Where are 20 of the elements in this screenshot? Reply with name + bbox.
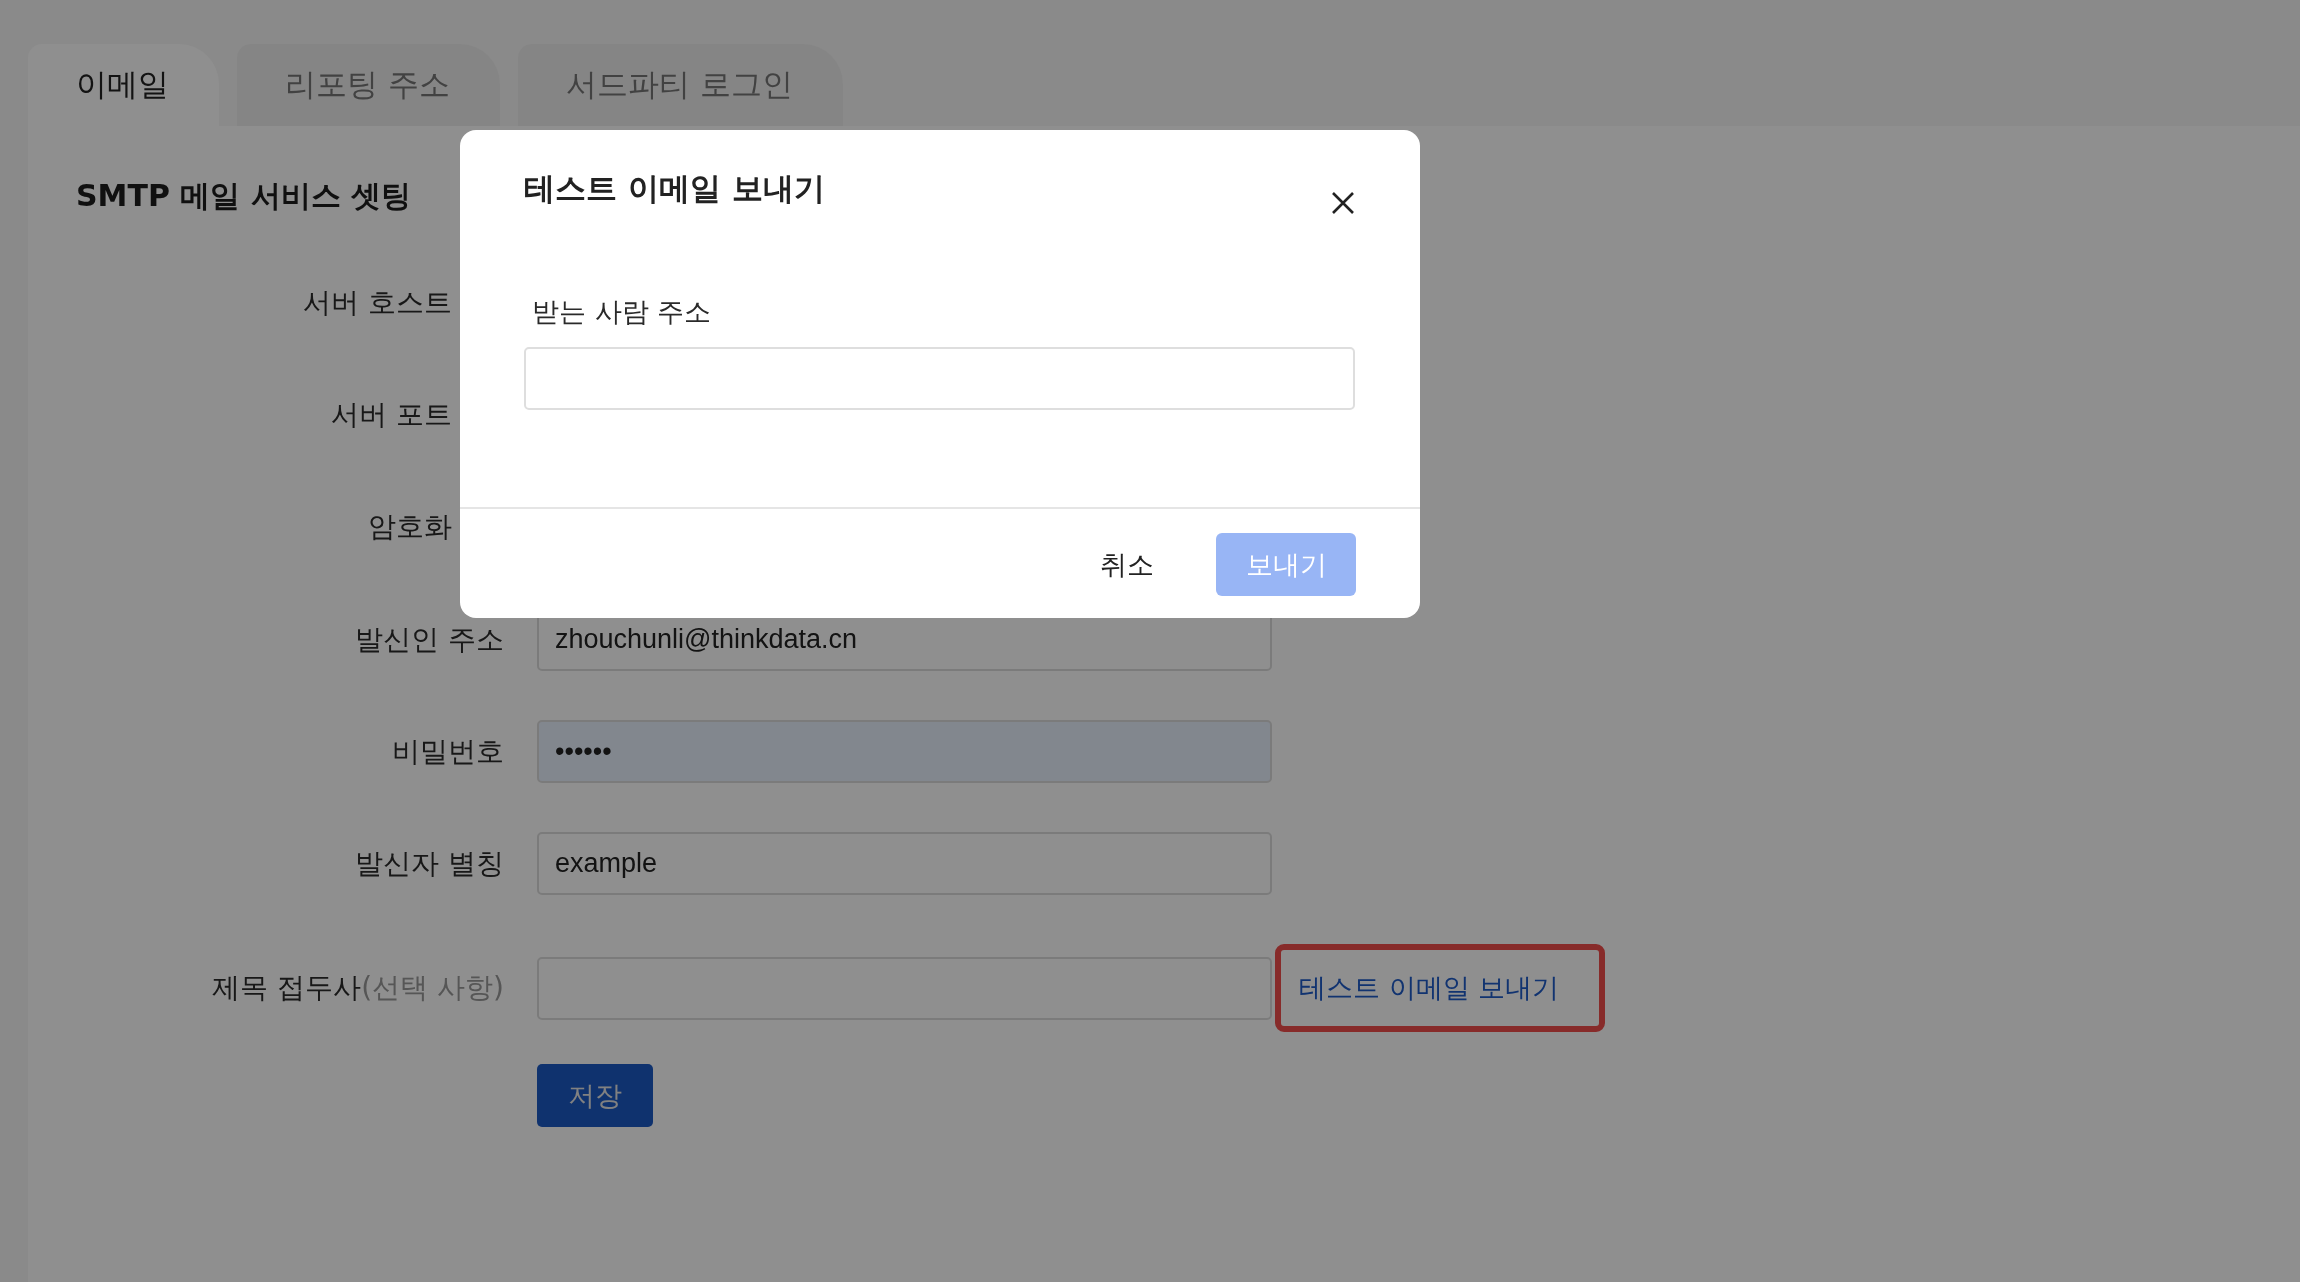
tab[interactable]: 이메일 xyxy=(28,44,219,126)
field-label: 발신자 별칭 xyxy=(355,845,504,882)
password-field[interactable]: •••••• xyxy=(537,720,1272,783)
field-label: 서버 포트 xyxy=(331,397,452,433)
send-test-email-link[interactable]: 테스트 이메일 보내기 xyxy=(1299,972,1560,1003)
field-label: 제목 접두사(선택 사항) xyxy=(212,970,504,1006)
close-icon[interactable] xyxy=(1330,190,1356,216)
input-field[interactable] xyxy=(524,347,1355,410)
field-label: 서버 호스트 xyxy=(303,285,452,321)
section-title: SMTP 메일 서비스 셋팅 xyxy=(76,177,412,215)
field-label: 암호화 xyxy=(368,509,452,545)
input-field[interactable]: example xyxy=(537,832,1272,895)
cancel-button[interactable]: 취소 xyxy=(1094,545,1160,584)
field-label: 발신인 주소 xyxy=(355,621,504,658)
field-label: 받는 사람 주소 xyxy=(532,295,713,329)
field-label: 비밀번호 xyxy=(392,733,504,770)
tab[interactable]: 리포팅 주소 xyxy=(237,44,500,126)
dialog-title: 테스트 이메일 보내기 xyxy=(524,169,825,208)
tab[interactable]: 서드파티 로그인 xyxy=(517,44,843,126)
save-button[interactable]: 저장 xyxy=(537,1064,653,1127)
